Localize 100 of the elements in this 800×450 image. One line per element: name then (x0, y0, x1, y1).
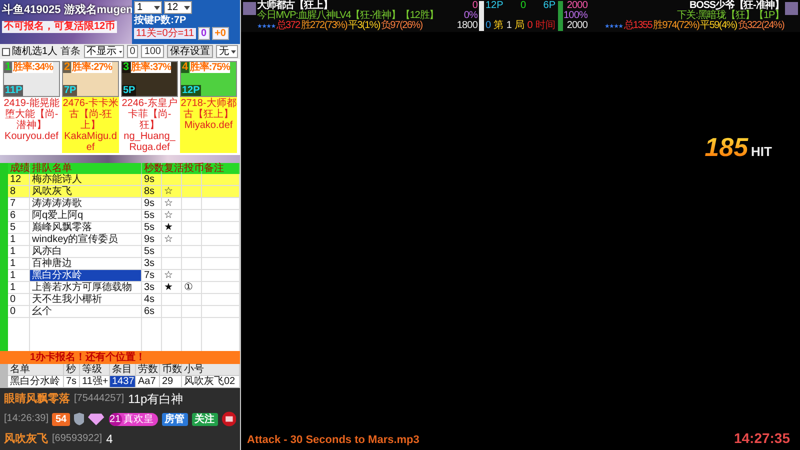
chat-username[interactable]: 眼睛风飘零落 (4, 392, 70, 406)
avatar-placeholder (243, 2, 256, 15)
table-cell: 7s (64, 376, 80, 388)
life-percent: 0% (464, 11, 478, 21)
seconds-cell: 9s (142, 198, 162, 209)
name-cell[interactable]: 涛涛涛涛歌 (30, 198, 142, 209)
revive-cell: ☆ (162, 270, 182, 281)
seconds-cell: 6s (142, 306, 162, 317)
column-header: 等级 (80, 364, 110, 376)
name-cell[interactable]: 巅峰风飘零落 (30, 222, 142, 233)
column-header: 劳数 (136, 364, 160, 376)
name-cell[interactable]: 黑白分水岭 (30, 270, 142, 281)
player-subtitle: 今日MVP:血腥八神LV4【狂-准神】【12胜】 (257, 11, 439, 21)
revive-cell: ☆ (162, 198, 182, 209)
win-rate: 胜率:75% (190, 62, 230, 73)
chat-message: 4 (106, 432, 113, 446)
counter-button[interactable]: 0 (198, 27, 210, 40)
power-value: 1800 (456, 21, 478, 31)
revive-cell: ☆ (162, 186, 182, 197)
player-label: 12P (181, 85, 201, 96)
character-name: 2246-东皇户卡菲【尚-狂】 ng_Huang_Ruga.def (121, 97, 178, 153)
name-cell[interactable]: 梅亦能诗人 (30, 174, 142, 185)
min-field[interactable]: 0 (126, 45, 138, 58)
table-cell: 11强+ (80, 376, 110, 388)
round-number: 1 (506, 21, 512, 31)
win-count: 胜974(72%) (653, 21, 700, 31)
character-name: 2476-卡卡米古【尚-狂上】 KakaMigu.def (62, 97, 119, 153)
win-rate: 胜率:34% (13, 62, 53, 73)
score-cell: 6 (8, 210, 30, 221)
draw-count: 平3(1%) (348, 21, 380, 31)
chat-timestamp: [14:26:39] (4, 412, 48, 426)
score-display: 11关=0分=11 (134, 28, 196, 39)
name-cell[interactable]: 风吹灰飞 (30, 186, 142, 197)
win-count: 胜272(73%) (300, 21, 347, 31)
table-cell: Aa7 (136, 376, 160, 388)
revive-cell: ☆ (162, 210, 182, 221)
player-subtitle: 下关:黑暗珑【狂】【1P】 (676, 11, 784, 21)
card-number: 1 (4, 62, 12, 73)
revive-cell: ★ (162, 222, 182, 233)
player-label: 7P (63, 85, 78, 96)
signup-notice: 不可报名，可复活限12币 (2, 21, 118, 33)
loss-count: 负97(26%) (380, 21, 422, 31)
random-checkbox[interactable]: 随机选1人 (2, 46, 58, 57)
column-header: 条目 (110, 364, 136, 376)
name-cell[interactable]: 风亦白 (30, 246, 142, 257)
name-cell[interactable]: 上善若水方可厚德载物 (30, 282, 142, 293)
load-select[interactable]: 无 (216, 45, 238, 58)
character-name: 2718-大师都古【狂上】 Miyako.def (180, 97, 237, 153)
life-value: 2000 (566, 1, 588, 11)
name-cell[interactable]: 天不生我小椰祈 (30, 294, 142, 305)
score-cell: 8 (8, 186, 30, 197)
name-cell[interactable]: 阿q爱上阿q (30, 210, 142, 221)
max-field[interactable]: 100 (141, 45, 164, 58)
first-select[interactable]: 不显示 (84, 45, 124, 58)
life-value: 0 (472, 1, 478, 11)
center-score: 0 (520, 1, 526, 11)
round-select[interactable]: 1 (134, 1, 162, 14)
user-level-badge: 54 (52, 412, 70, 426)
round-unit: 局 (514, 21, 525, 31)
caret-icon (184, 6, 190, 10)
caret-icon (231, 50, 236, 54)
caret-icon (118, 50, 122, 54)
revive-cell: ☆ (162, 234, 182, 245)
score-cell: 12 (8, 174, 30, 185)
name-cell[interactable]: windkey的宣传委员 (30, 234, 142, 245)
score-cell: 1 (8, 234, 30, 245)
column-header: 币数 (160, 364, 182, 376)
power-gauge (558, 1, 562, 31)
life-percent: 100% (564, 11, 588, 21)
score-cell: 0 (8, 294, 30, 305)
key-players-label: 按键P数:7P (134, 15, 186, 26)
score-cell: 5 (8, 222, 30, 233)
table-cell: 黑白分水岭 (8, 376, 64, 388)
seconds-cell: 3s (142, 282, 162, 293)
name-cell[interactable]: 百神唐边 (30, 258, 142, 269)
seconds-cell: 4s (142, 294, 162, 305)
round-badge-icon (222, 411, 236, 427)
save-button[interactable]: 保存设置 (167, 45, 213, 58)
player-count: 12P (486, 1, 504, 11)
name-cell[interactable]: 幺个 (30, 306, 142, 317)
seconds-cell: 9s (142, 234, 162, 245)
seconds-cell: 5s (142, 246, 162, 257)
power-value: 2000 (566, 21, 588, 31)
moderator-badge: 房管 (162, 412, 188, 426)
draw-count: 平59(4%) (700, 21, 737, 31)
gem-icon (88, 412, 105, 426)
card-number: 3 (122, 62, 130, 73)
loss-count: 负322(24%) (738, 21, 784, 31)
chat-username[interactable]: 风吹灰飞 (4, 432, 48, 446)
limit-select[interactable]: 12 (164, 1, 192, 14)
fan-badge: 21 真欢皇 (108, 412, 158, 426)
column-header: 秒 (64, 364, 80, 376)
score-cell: 1 (8, 258, 30, 269)
table-side-bar (0, 364, 8, 388)
table-cell: 风吹灰飞02 (182, 376, 240, 388)
chat-user-id: [69593922] (52, 432, 102, 446)
card-number: 2 (63, 62, 72, 73)
column-header: 名单 (8, 364, 64, 376)
column-header: 小号 (182, 364, 240, 376)
time-label: 时间 (535, 21, 556, 31)
